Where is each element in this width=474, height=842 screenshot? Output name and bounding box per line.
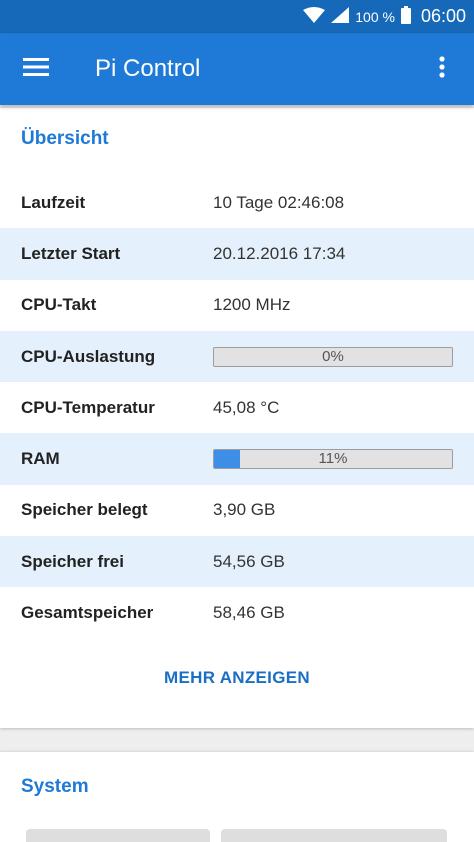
clock: 06:00 xyxy=(420,6,466,26)
row-speicher-frei: Speicher frei 54,56 GB xyxy=(0,536,474,588)
row-value: 20.12.2016 17:34 xyxy=(213,243,346,263)
wifi-icon xyxy=(303,7,326,26)
status-bar: 100 % 06:00 xyxy=(0,0,474,33)
overview-title: Übersicht xyxy=(21,128,109,149)
row-value: 54,56 GB xyxy=(213,551,285,571)
row-label: RAM xyxy=(21,449,60,469)
row-label: Speicher frei xyxy=(21,551,124,571)
cpu-usage-progress-bar: 0% xyxy=(213,346,453,367)
more-vert-icon xyxy=(439,55,445,83)
battery-icon xyxy=(400,6,411,27)
status-icons: 100 % 06:00 xyxy=(303,0,466,33)
signal-icon xyxy=(331,7,350,26)
ram-usage-progress-bar: 11% xyxy=(213,449,453,470)
row-label: Laufzeit xyxy=(21,192,86,212)
row-label: Speicher belegt xyxy=(21,500,148,520)
row-value: 3,90 GB xyxy=(213,500,276,520)
row-label: Gesamtspeicher xyxy=(21,603,154,623)
row-gesamtspeicher: Gesamtspeicher 58,46 GB xyxy=(0,587,474,638)
row-label: Letzter Start xyxy=(21,243,121,263)
row-label: CPU-Takt xyxy=(21,295,97,315)
show-more-button[interactable]: MEHR ANZEIGEN xyxy=(0,668,474,688)
overflow-menu-button[interactable] xyxy=(422,49,462,89)
row-cpu-takt: CPU-Takt 1200 MHz xyxy=(0,280,474,331)
system-item-placeholder xyxy=(26,829,210,842)
row-label: CPU-Temperatur xyxy=(21,397,155,417)
row-speicher-belegt: Speicher belegt 3,90 GB xyxy=(0,485,474,536)
battery-text: 100 % xyxy=(355,8,395,25)
system-item-placeholder xyxy=(221,829,447,842)
overview-rows: Laufzeit 10 Tage 02:46:08 Letzter Start … xyxy=(0,177,474,639)
progress-text: 11% xyxy=(318,450,348,468)
menu-button[interactable] xyxy=(16,49,56,89)
row-cpu-auslastung: CPU-Auslastung 0% xyxy=(0,330,474,383)
row-letzter-start: Letzter Start 20.12.2016 17:34 xyxy=(0,228,474,280)
row-cpu-temperatur: CPU-Temperatur 45,08 °C xyxy=(0,382,474,433)
app-bar: Pi Control xyxy=(0,33,474,105)
row-value: 1200 MHz xyxy=(213,295,291,315)
menu-icon xyxy=(23,57,49,82)
system-title: System xyxy=(21,776,89,797)
row-value: 45,08 °C xyxy=(213,397,280,417)
row-value: 10 Tage 02:46:08 xyxy=(213,192,345,212)
row-value: 58,46 GB xyxy=(213,603,285,623)
progress-text: 0% xyxy=(322,347,344,365)
app-title: Pi Control xyxy=(95,55,201,82)
row-ram: RAM 11% xyxy=(0,433,474,485)
overview-card: Übersicht Laufzeit 10 Tage 02:46:08 Letz… xyxy=(0,108,474,728)
row-laufzeit: Laufzeit 10 Tage 02:46:08 xyxy=(0,177,474,228)
row-label: CPU-Auslastung xyxy=(21,346,156,366)
system-card: System xyxy=(0,752,474,842)
